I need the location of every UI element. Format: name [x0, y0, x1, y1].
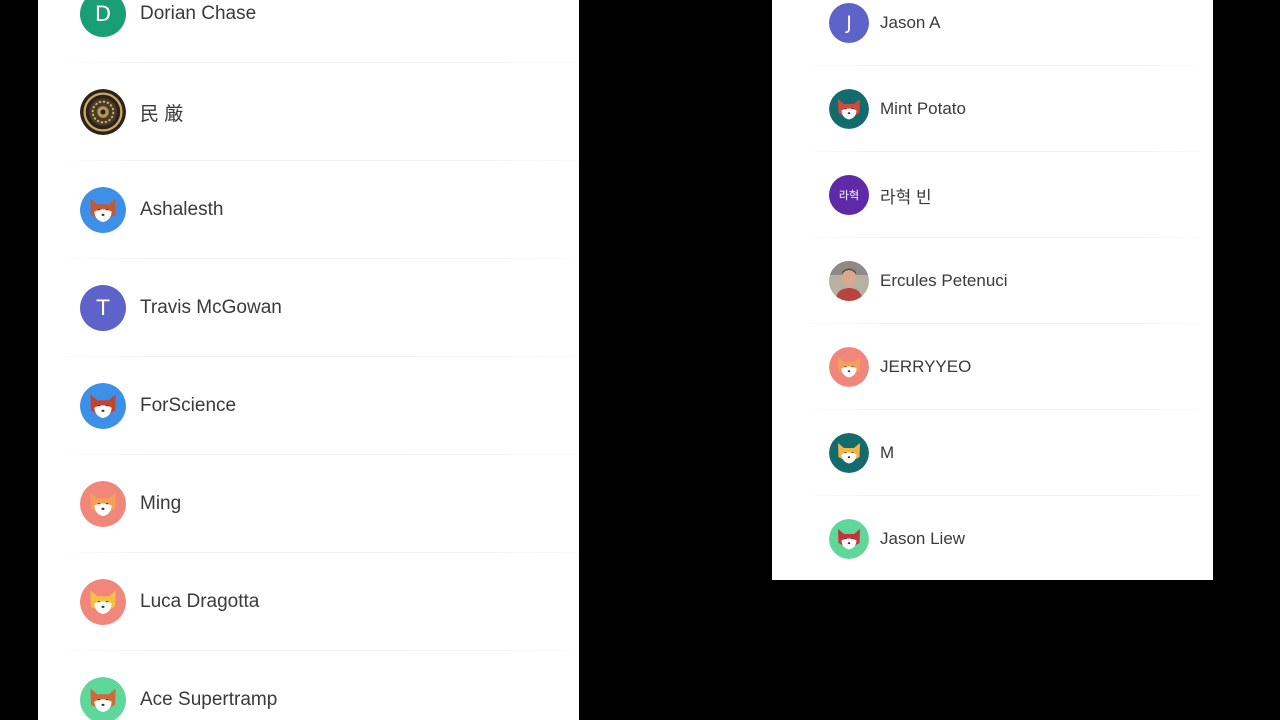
- member-name: Ming: [140, 493, 182, 514]
- member-row-forscience-4[interactable]: ForScience: [38, 357, 579, 455]
- member-name: 民 厳: [140, 103, 184, 125]
- letter-avatar-icon: D: [80, 0, 126, 37]
- member-name: 라혁 빈: [880, 187, 932, 207]
- member-list-left: D Dorian Chase 民 厳 Ashalesth T Travis McGowan…: [38, 0, 579, 720]
- member-name: M: [880, 443, 895, 462]
- member-name: Mint Potato: [880, 99, 966, 118]
- member-row-member-2[interactable]: 라혁 라혁 빈: [772, 152, 1213, 238]
- fox-avatar-icon: [80, 383, 126, 429]
- fox-avatar-icon: [80, 579, 126, 625]
- member-name: Dorian Chase: [140, 3, 257, 24]
- member-row-ace-supertramp-7[interactable]: Ace Supertramp: [38, 651, 579, 720]
- avatar-letter: J: [846, 12, 852, 34]
- member-row-jerryyeo-4[interactable]: JERRYYEO: [772, 324, 1213, 410]
- fox-avatar-icon: [829, 433, 869, 473]
- member-row-dorian-chase-0[interactable]: D Dorian Chase: [38, 0, 579, 63]
- member-row-jason-a-0[interactable]: J Jason A: [772, 0, 1213, 66]
- member-name: Ercules Petenuci: [880, 271, 1008, 290]
- member-name: Ashalesth: [140, 199, 224, 220]
- member-name: Ace Supertramp: [140, 689, 278, 710]
- fox-avatar-icon: [80, 677, 126, 720]
- member-row-member-1[interactable]: 民 厳: [38, 63, 579, 161]
- fox-avatar-icon: [80, 481, 126, 527]
- fox-avatar-icon: [80, 187, 126, 233]
- member-name: Travis McGowan: [140, 297, 282, 318]
- avatar-letter: T: [96, 296, 110, 320]
- member-row-travis-mcgowan-3[interactable]: T Travis McGowan: [38, 259, 579, 357]
- member-row-jason-liew-6[interactable]: Jason Liew: [772, 496, 1213, 580]
- letter-avatar-icon: T: [80, 285, 126, 331]
- member-name: Jason Liew: [880, 529, 966, 548]
- member-row-luca-dragotta-6[interactable]: Luca Dragotta: [38, 553, 579, 651]
- fox-avatar-icon: [829, 89, 869, 129]
- member-name: Luca Dragotta: [140, 591, 260, 612]
- letter-avatar-icon: J: [829, 3, 869, 43]
- member-row-mint-potato-1[interactable]: Mint Potato: [772, 66, 1213, 152]
- photo-avatar-icon: [829, 261, 869, 301]
- member-row-m-5[interactable]: M: [772, 410, 1213, 496]
- member-row-ercules-petenuci-3[interactable]: Ercules Petenuci: [772, 238, 1213, 324]
- member-name: ForScience: [140, 395, 237, 416]
- member-row-ashalesth-2[interactable]: Ashalesth: [38, 161, 579, 259]
- avatar-letter: D: [94, 2, 112, 26]
- member-row-ming-5[interactable]: Ming: [38, 455, 579, 553]
- avatar-letter: 라혁: [838, 189, 860, 202]
- ornate-emblem-avatar-icon: [80, 89, 126, 135]
- member-name: Jason A: [880, 13, 941, 32]
- fox-avatar-icon: [829, 519, 869, 559]
- letter-avatar-icon: 라혁: [829, 175, 869, 215]
- member-list-right: J Jason A Mint Potato 라혁 라혁 빈 Ercules Petenuc…: [772, 0, 1213, 580]
- fox-avatar-icon: [829, 347, 869, 387]
- member-name: JERRYYEO: [880, 357, 972, 376]
